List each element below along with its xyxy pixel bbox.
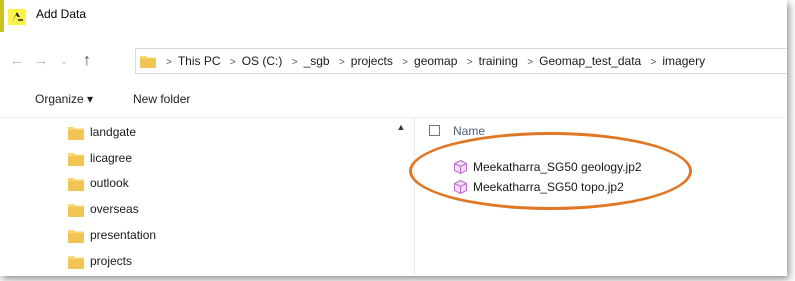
- folder-icon: [68, 153, 84, 166]
- chevron-right-icon[interactable]: >: [396, 57, 414, 68]
- folder-icon: [68, 204, 84, 217]
- add-data-dialog: Add Data ← → ⌄ ↑ > This PC > OS (C:) > _sgb…: [0, 0, 787, 276]
- sidebar-item-presentation[interactable]: presentation: [68, 225, 388, 247]
- forward-arrow-icon[interactable]: →: [32, 48, 50, 74]
- breadcrumb-sgb[interactable]: _sgb: [304, 54, 330, 68]
- chevron-right-icon[interactable]: >: [521, 57, 539, 68]
- breadcrumb-geomap-test-data[interactable]: Geomap_test_data: [539, 54, 641, 68]
- scroll-up-icon[interactable]: ▲: [396, 122, 406, 132]
- sidebar-item-overseas[interactable]: overseas: [68, 199, 388, 221]
- breadcrumb-training[interactable]: training: [479, 54, 518, 68]
- select-all-checkbox[interactable]: [429, 125, 440, 136]
- up-arrow-icon[interactable]: ↑: [78, 48, 96, 74]
- sidebar-item-projects[interactable]: projects: [68, 251, 388, 273]
- organize-button[interactable]: Organize ▾: [35, 92, 93, 106]
- navigation-pane: landgate licagree outlook overseas prese…: [0, 118, 394, 276]
- sidebar-item-outlook[interactable]: outlook: [68, 173, 388, 195]
- breadcrumb: > This PC > OS (C:) > _sgb > projects > geoma…: [160, 49, 705, 73]
- back-arrow-icon[interactable]: ←: [8, 48, 26, 74]
- chevron-right-icon[interactable]: >: [333, 57, 351, 68]
- breadcrumb-projects[interactable]: projects: [351, 54, 393, 68]
- chevron-right-icon[interactable]: >: [224, 57, 242, 68]
- folder-icon: [140, 56, 156, 68]
- recent-locations-icon[interactable]: ⌄: [58, 48, 70, 74]
- chevron-right-icon[interactable]: >: [160, 57, 178, 68]
- sidebar-item-label: outlook: [90, 176, 129, 190]
- new-folder-button[interactable]: New folder: [133, 92, 190, 106]
- sidebar-item-label: landgate: [90, 125, 137, 139]
- chevron-right-icon[interactable]: >: [286, 57, 304, 68]
- sidebar-item-label: overseas: [90, 202, 139, 216]
- title-bar: Add Data: [0, 0, 787, 32]
- column-header-name[interactable]: Name: [453, 124, 485, 138]
- breadcrumb-this-pc[interactable]: This PC: [178, 54, 221, 68]
- folder-icon: [68, 230, 84, 243]
- sidebar-item-label: licagree: [90, 151, 133, 165]
- toolbar: Organize ▾ New folder: [0, 84, 787, 116]
- sidebar-item-label: presentation: [90, 228, 157, 242]
- folder-icon: [68, 178, 84, 191]
- address-row: ← → ⌄ ↑ > This PC > OS (C:) > _sgb > project…: [0, 48, 787, 74]
- window-title: Add Data: [36, 7, 87, 21]
- chevron-right-icon[interactable]: >: [645, 57, 663, 68]
- address-bar[interactable]: > This PC > OS (C:) > _sgb > projects > geoma…: [135, 48, 787, 74]
- breadcrumb-os-c[interactable]: OS (C:): [242, 54, 283, 68]
- arcgis-app-icon: [8, 9, 26, 25]
- highlight-ellipse: [409, 132, 692, 210]
- breadcrumb-imagery[interactable]: imagery: [662, 54, 705, 68]
- sidebar-item-licagree[interactable]: licagree: [68, 148, 388, 170]
- folder-icon: [68, 127, 84, 140]
- window-edge: [0, 0, 4, 32]
- folder-icon: [68, 256, 84, 269]
- sidebar-item-landgate[interactable]: landgate: [68, 122, 388, 144]
- breadcrumb-geomap[interactable]: geomap: [414, 54, 457, 68]
- sidebar-item-label: projects: [90, 254, 133, 268]
- chevron-right-icon[interactable]: >: [461, 57, 479, 68]
